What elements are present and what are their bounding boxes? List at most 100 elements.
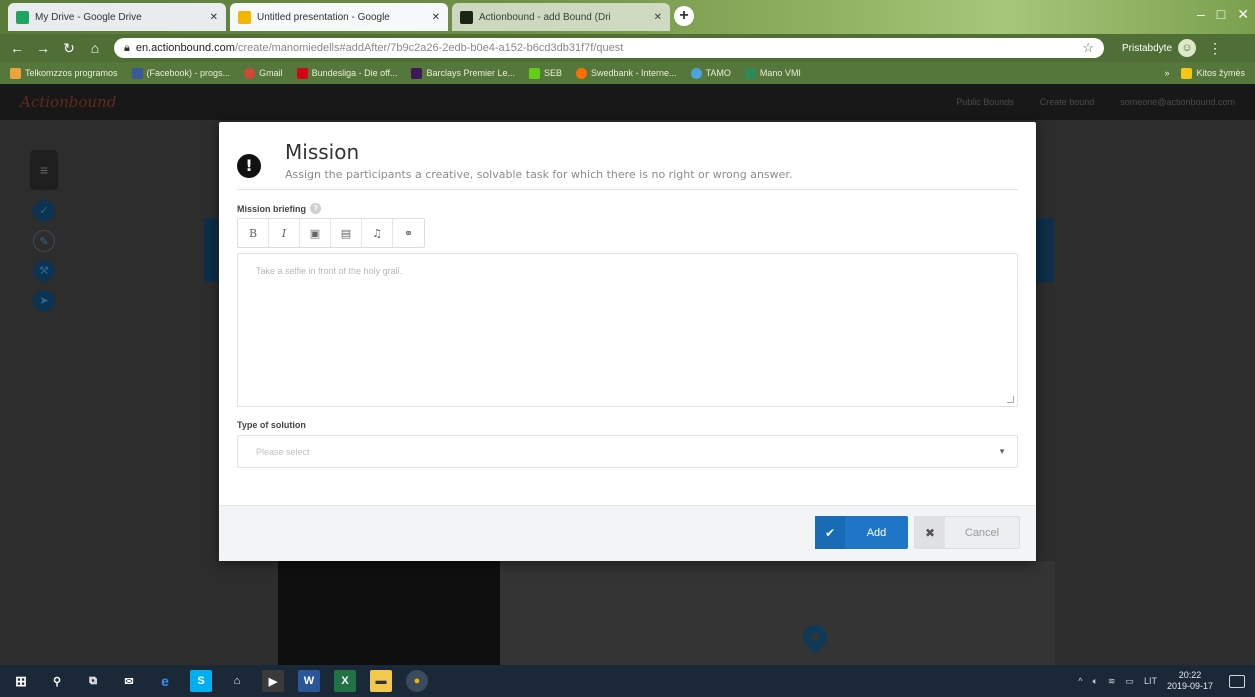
task-view-icon[interactable]: ⧉ — [82, 670, 104, 692]
nav-public-bounds[interactable]: Public Bounds — [956, 97, 1014, 107]
type-of-solution-select[interactable]: Please select ▼ — [237, 435, 1018, 468]
resize-handle[interactable] — [1007, 396, 1014, 403]
google-drive-icon — [16, 10, 29, 24]
notification-icon[interactable] — [1229, 674, 1245, 688]
check-circle-icon[interactable]: ✓ — [33, 200, 55, 222]
dialog-subtitle: Assign the participants a creative, solv… — [285, 168, 793, 181]
battery-icon[interactable]: ▭ — [1125, 676, 1134, 687]
bold-icon[interactable]: B — [238, 219, 269, 247]
address-bar[interactable]: 🔒︎ en.actionbound.com/create/manomiedell… — [114, 38, 1104, 58]
nav-create-bound[interactable]: Create bound — [1040, 97, 1095, 107]
bookmark-item[interactable]: SEB — [529, 67, 563, 79]
dialog-title: Mission — [285, 140, 360, 164]
close-window-icon[interactable]: ✕ — [1237, 6, 1249, 23]
edge-icon[interactable]: e — [154, 670, 176, 692]
editor-toolbar: B I ▣ ▤ ♫ ⚭ — [237, 218, 425, 248]
tab-title: Untitled presentation - Google — [257, 11, 390, 23]
facebook-icon — [131, 67, 143, 79]
image-icon[interactable]: ▣ — [300, 219, 331, 247]
video-icon[interactable]: ▤ — [331, 219, 362, 247]
close-icon[interactable]: ✕ — [432, 12, 440, 23]
exclamation-icon: ! — [237, 154, 261, 178]
bookmarks-overflow-icon[interactable]: » — [1164, 68, 1169, 78]
profile-button[interactable]: Pristabdyte ☺ — [1122, 39, 1197, 57]
tab-title: Actionbound - add Bound (Dri — [479, 11, 611, 23]
bookmark-label: Barclays Premier Le... — [426, 68, 515, 78]
bookmark-item[interactable]: TAMO — [690, 67, 731, 79]
dialog-footer: ✔ Add ✖ Cancel — [219, 505, 1036, 561]
tab-title: My Drive - Google Drive — [35, 11, 142, 23]
hamburger-icon[interactable]: ≡ — [30, 150, 58, 190]
bookmark-item[interactable]: Swedbank - Interne... — [576, 67, 677, 79]
url-path: /create/manomiedells#addAfter/7b9c2a26-2… — [234, 42, 624, 54]
language-indicator[interactable]: LIT — [1144, 676, 1157, 686]
italic-icon[interactable]: I — [269, 219, 300, 247]
forward-icon[interactable]: → — [36, 40, 50, 56]
system-tray: ^ 🔈︎ ≋ ▭ LIT 20:22 2019-09-17 — [1078, 670, 1245, 692]
bookmark-item[interactable]: Mano VMI — [744, 67, 801, 79]
tab-google-slides[interactable]: Untitled presentation - Google ✕ — [230, 3, 448, 31]
nav-account[interactable]: someone@actionbound.com — [1120, 97, 1235, 107]
profile-label: Pristabdyte — [1122, 42, 1173, 54]
bookmark-item[interactable]: Bundesliga - Die off... — [296, 67, 397, 79]
app-logo[interactable]: Actionbound — [20, 93, 116, 111]
bookmark-item[interactable]: Gmail — [244, 67, 283, 79]
media-player-icon[interactable]: ▶ — [262, 670, 284, 692]
lock-icon: 🔒︎ — [124, 41, 130, 54]
chrome-icon[interactable]: ● — [406, 670, 428, 692]
browser-menu-icon[interactable]: ⋮ — [1208, 40, 1222, 57]
back-icon[interactable]: ← — [10, 40, 24, 56]
other-bookmarks[interactable]: Kitos žymės — [1181, 67, 1245, 79]
google-slides-icon — [238, 10, 251, 24]
minimize-icon[interactable]: – — [1197, 6, 1205, 23]
tab-google-drive[interactable]: My Drive - Google Drive ✕ — [8, 3, 226, 31]
bookmark-item[interactable]: (Facebook) - progs... — [131, 67, 230, 79]
close-icon[interactable]: ✕ — [210, 12, 218, 23]
preview-panel — [278, 561, 500, 665]
audio-icon[interactable]: ♫ — [362, 219, 393, 247]
map-view[interactable] — [500, 561, 1055, 665]
cancel-label: Cancel — [964, 526, 1000, 539]
windows-start-icon[interactable]: ⊞ — [10, 670, 32, 692]
bookmark-item[interactable]: Telkomzzos programos — [10, 67, 118, 79]
label-text: Mission briefing — [237, 203, 307, 214]
bundesliga-icon — [296, 67, 308, 79]
send-circle-icon[interactable]: ➤ — [33, 290, 55, 312]
reload-icon[interactable]: ↻ — [62, 40, 76, 57]
store-icon[interactable]: ⌂ — [226, 670, 248, 692]
file-explorer-icon[interactable]: ▬ — [370, 670, 392, 692]
bookmark-label: TAMO — [705, 68, 731, 78]
clock[interactable]: 20:22 2019-09-17 — [1167, 670, 1213, 692]
tab-actionbound[interactable]: Actionbound - add Bound (Dri ✕ — [452, 3, 670, 31]
bookmark-icon — [10, 67, 21, 79]
mail-icon[interactable]: ✉ — [118, 670, 140, 692]
cancel-button[interactable]: ✖ Cancel — [914, 516, 1020, 549]
close-icon[interactable]: ✕ — [654, 12, 662, 23]
edit-circle-icon[interactable]: ✎ — [33, 230, 55, 252]
network-icon[interactable]: ≋ — [1108, 676, 1116, 687]
add-button[interactable]: ✔ Add — [815, 516, 908, 549]
wrench-circle-icon[interactable]: ⚒ — [33, 260, 55, 282]
link-icon[interactable]: ⚭ — [393, 219, 424, 247]
help-icon[interactable]: ? — [310, 203, 322, 214]
windows-taskbar: ⊞ ⚲ ⧉ ✉ e S ⌂ ▶ W X ▬ ● ^ 🔈︎ ≋ ▭ LIT 20:… — [0, 665, 1255, 697]
bookmark-label: Telkomzzos programos — [25, 68, 118, 78]
new-tab-button[interactable]: + — [674, 6, 694, 26]
skype-icon[interactable]: S — [190, 670, 212, 692]
add-label: Add — [866, 526, 887, 539]
url-host: en.actionbound.com — [135, 42, 235, 54]
maximize-icon[interactable]: □ — [1217, 6, 1225, 23]
close-icon: ✖ — [915, 517, 945, 548]
word-icon[interactable]: W — [298, 670, 320, 692]
home-icon[interactable]: ⌂ — [88, 40, 102, 56]
tray-overflow-icon[interactable]: ^ — [1078, 676, 1082, 686]
mission-briefing-editor[interactable]: Take a selfie in front of the holy grail… — [237, 253, 1018, 407]
volume-icon[interactable]: 🔈︎ — [1092, 676, 1097, 687]
bookmark-item[interactable]: Barclays Premier Le... — [411, 67, 515, 79]
bookmark-label: SEB — [544, 68, 563, 78]
bookmark-star-icon[interactable]: ☆ — [1082, 40, 1094, 56]
type-of-solution-label: Type of solution — [237, 420, 306, 430]
search-icon[interactable]: ⚲ — [46, 670, 68, 692]
excel-icon[interactable]: X — [334, 670, 356, 692]
dialog-header: ! Mission Assign the participants a crea… — [237, 140, 1018, 190]
